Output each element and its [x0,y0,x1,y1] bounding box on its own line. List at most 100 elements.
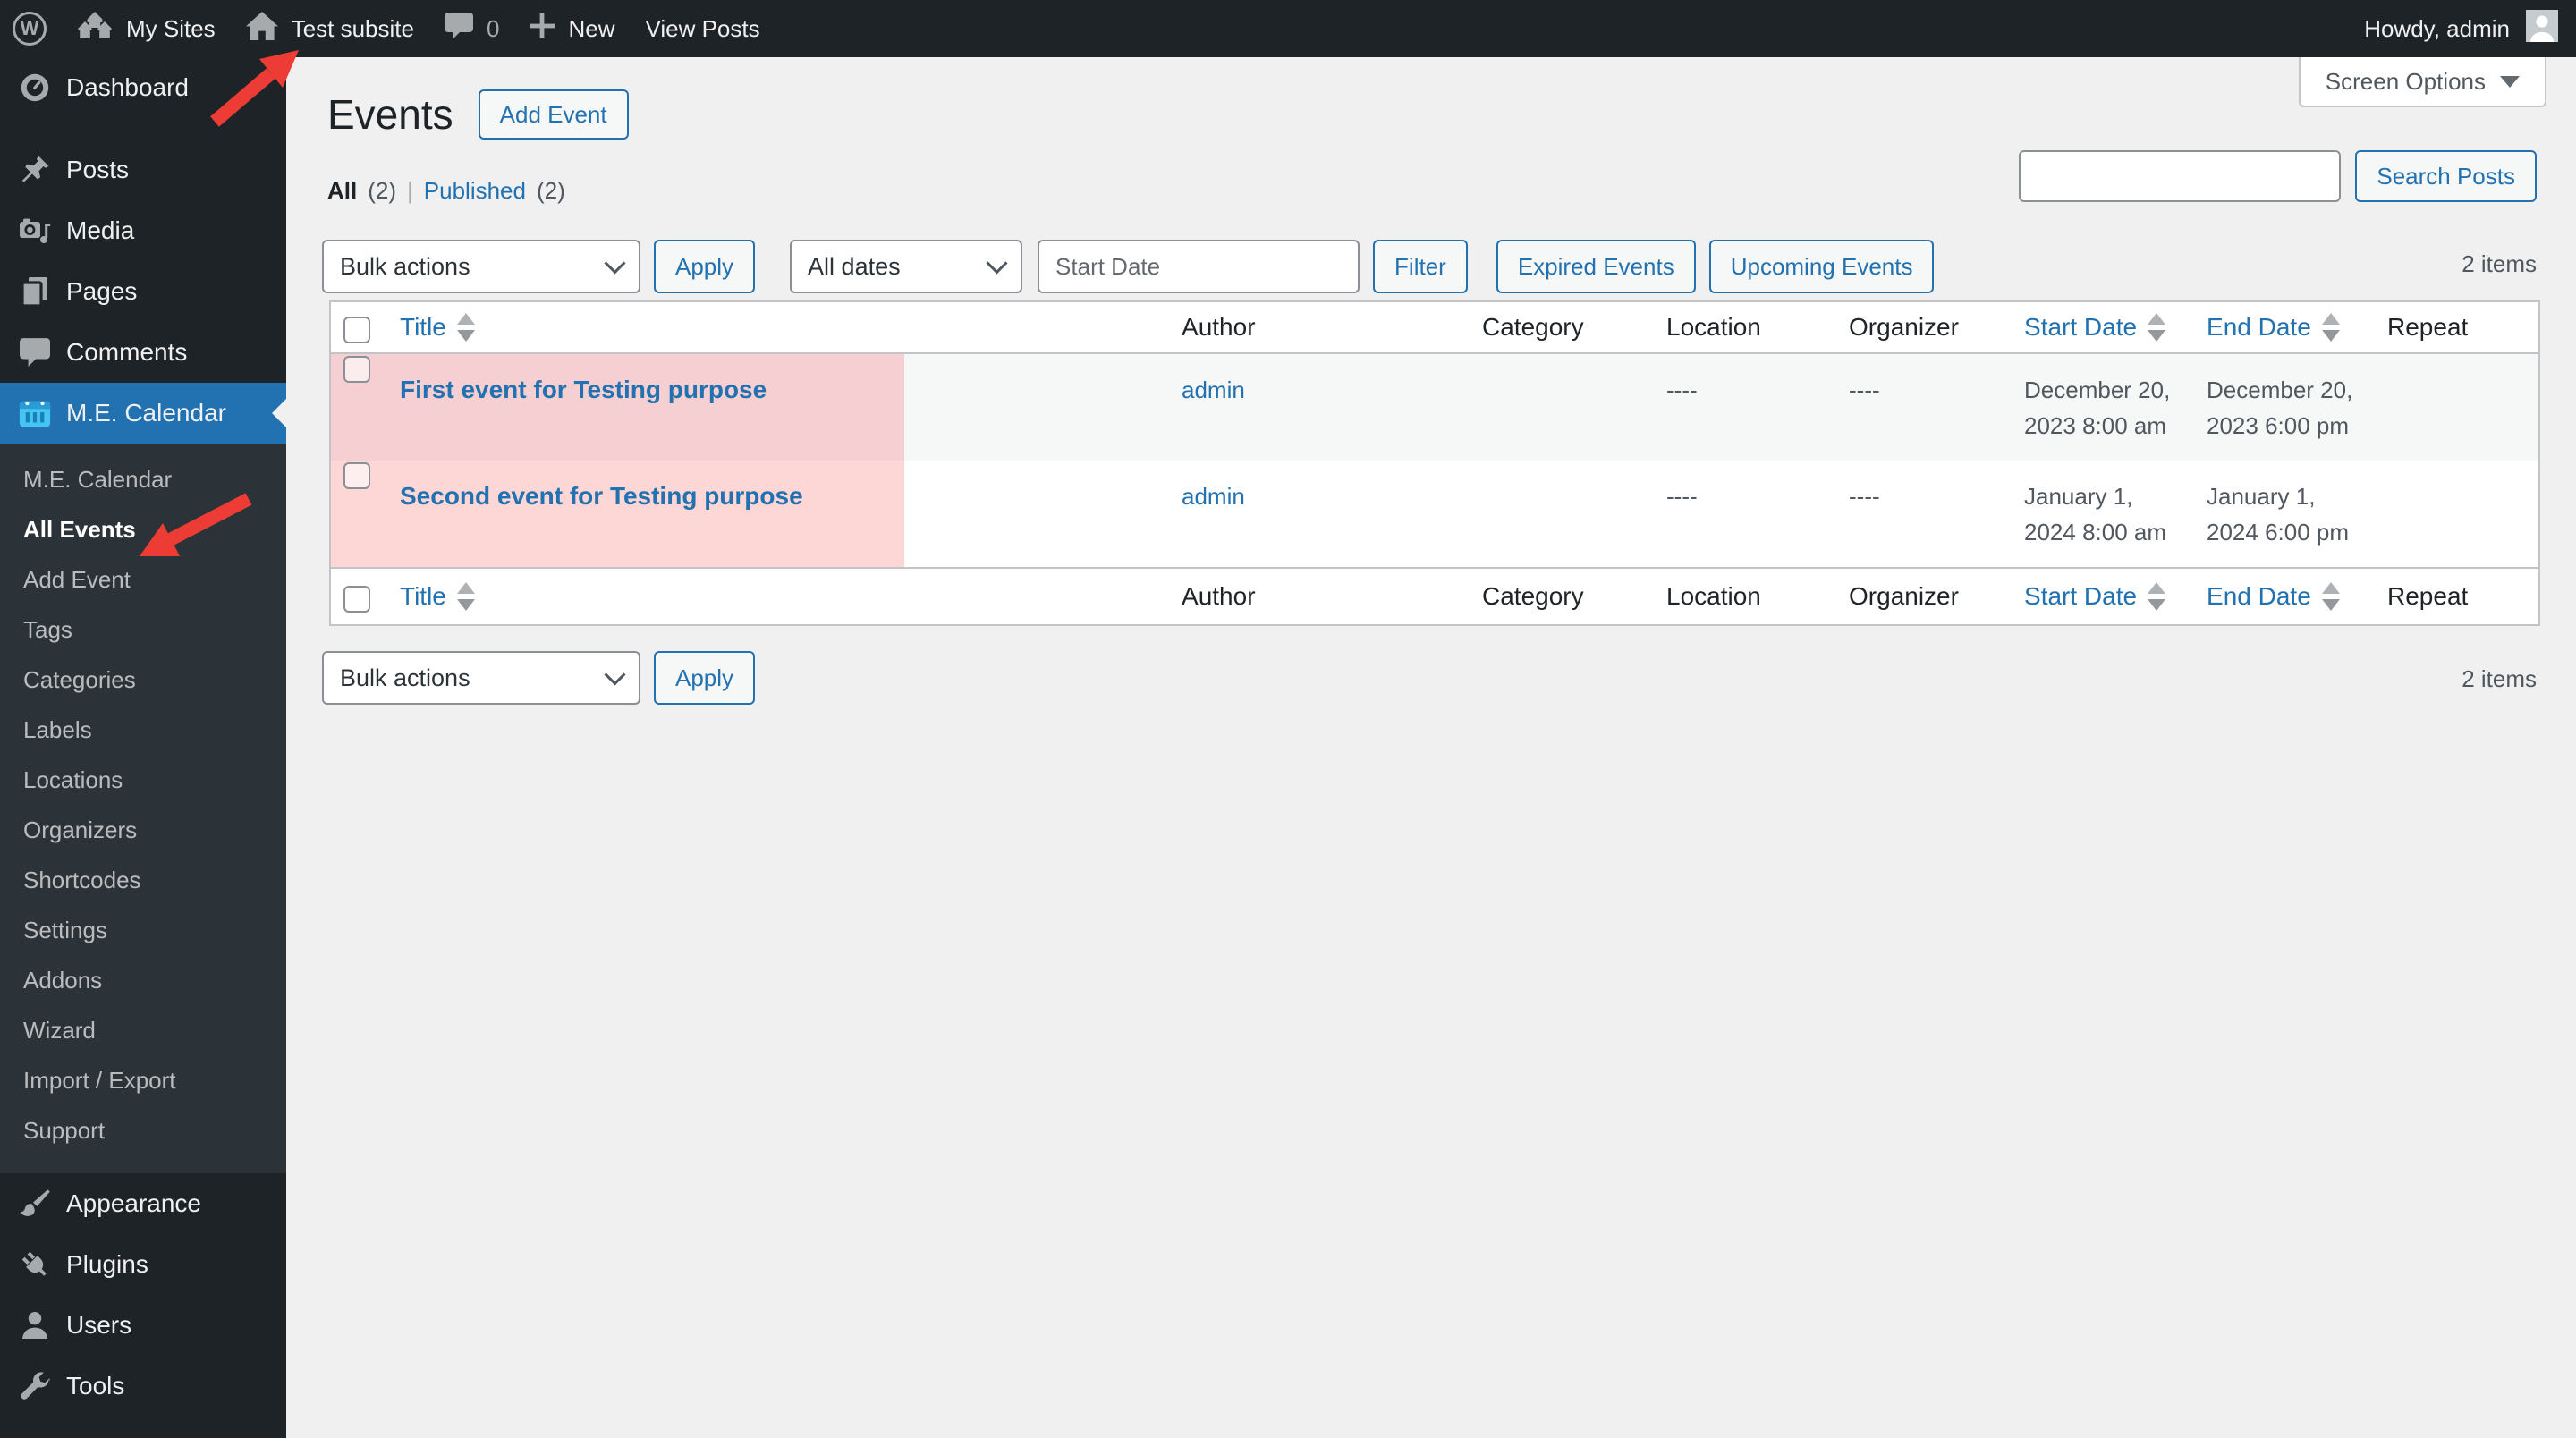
organizer-cell: ---- [1831,461,2007,568]
submenu-locations[interactable]: Locations [0,755,286,805]
submenu-me-calendar[interactable]: M.E. Calendar [0,454,286,504]
author-link[interactable]: admin [1182,483,1245,510]
sidebar-item-media[interactable]: Media [0,200,286,261]
submenu-categories[interactable]: Categories [0,655,286,705]
category-cell [1464,353,1649,461]
screen-options-toggle[interactable]: Screen Options [2298,57,2546,107]
sidebar-item-plugins[interactable]: Plugins [0,1234,286,1295]
submenu-organizers[interactable]: Organizers [0,805,286,855]
bulk-actions-select-bottom[interactable]: Bulk actions [322,651,640,705]
repeat-cell [2369,353,2540,461]
sidebar-item-appearance[interactable]: Appearance [0,1173,286,1234]
start-date-input[interactable] [1038,240,1360,293]
author-link[interactable]: admin [1182,376,1245,403]
items-count: 2 items [2462,665,2537,692]
table-row: First event for Testing purpose admin --… [330,353,2540,461]
table-footer-row: Title Author Category Location Organizer… [330,567,2540,625]
submenu-tags[interactable]: Tags [0,605,286,655]
plus-icon [530,13,555,45]
bulk-actions-select[interactable]: Bulk actions [322,240,640,293]
location-cell: ---- [1648,461,1832,568]
comments-count: 0 [486,14,500,42]
new-menu[interactable]: New [530,13,614,45]
table-row: Second event for Testing purpose admin -… [330,461,2540,568]
submenu-wizard[interactable]: Wizard [0,1005,286,1055]
sidebar-item-label: Pages [66,277,138,305]
bulk-actions-value: Bulk actions [340,664,470,691]
select-all-checkbox[interactable] [343,585,370,613]
view-all-link[interactable]: All [327,177,357,205]
sidebar-item-dashboard[interactable]: Dashboard [0,57,286,118]
sidebar-item-label: Comments [66,338,188,366]
row-checkbox[interactable] [343,356,370,383]
sidebar-item-tools[interactable]: Tools [0,1356,286,1417]
comments-menu[interactable]: 0 [444,12,500,46]
view-filter-links: All (2) | Published (2) [327,177,565,205]
search-posts-button[interactable]: Search Posts [2355,150,2537,202]
start-date-cell: December 20, 2023 8:00 am [2006,353,2190,461]
my-sites-menu[interactable]: My Sites [77,11,216,47]
sort-icon [2148,313,2166,342]
search-input[interactable] [2019,150,2342,202]
sidebar-item-me-calendar[interactable]: M.E. Calendar [0,383,286,444]
submenu-settings[interactable]: Settings [0,905,286,955]
view-posts-link[interactable]: View Posts [645,15,759,43]
site-menu[interactable]: Test subsite [245,11,414,47]
sidebar-item-users[interactable]: Users [0,1295,286,1356]
column-header-category: Category [1464,301,1649,354]
column-header-title[interactable]: Title [400,313,475,342]
submenu-support[interactable]: Support [0,1105,286,1155]
filter-button[interactable]: Filter [1373,240,1468,293]
all-dates-value: All dates [808,252,901,280]
add-event-button[interactable]: Add Event [478,89,629,140]
column-header-end-date[interactable]: End Date [2207,313,2340,342]
sidebar-item-pages[interactable]: Pages [0,261,286,322]
upcoming-events-button[interactable]: Upcoming Events [1708,240,1935,293]
items-count: 2 items [2462,250,2537,277]
expired-events-button[interactable]: Expired Events [1496,240,1696,293]
sidebar-item-label: Tools [66,1372,125,1400]
sidebar-item-comments[interactable]: Comments [0,322,286,383]
sidebar-item-label: Users [66,1311,132,1339]
submenu-import-export[interactable]: Import / Export [0,1055,286,1105]
view-posts-label: View Posts [645,14,760,42]
column-header-start-date[interactable]: Start Date [2024,313,2166,342]
column-footer-repeat: Repeat [2369,567,2540,625]
wordpress-menu[interactable]: W [13,12,47,46]
apply-button-bottom[interactable]: Apply [654,651,756,705]
sidebar-item-label: Dashboard [66,73,189,101]
submenu-add-event[interactable]: Add Event [0,554,286,605]
submenu-labels[interactable]: Labels [0,705,286,755]
organizer-cell: ---- [1831,353,2007,461]
my-sites-label: My Sites [126,14,216,42]
submenu-shortcodes[interactable]: Shortcodes [0,855,286,905]
column-footer-title[interactable]: Title [400,582,475,611]
screen-options-label: Screen Options [2325,67,2486,95]
dashboard-icon [18,72,52,104]
howdy-label[interactable]: Howdy, admin [2364,15,2510,43]
pages-icon [18,275,52,308]
location-cell: ---- [1648,353,1832,461]
sidebar-item-posts[interactable]: Posts [0,140,286,200]
new-label: New [568,14,615,42]
submenu-addons[interactable]: Addons [0,955,286,1005]
event-title-link[interactable]: First event for Testing purpose [400,376,767,403]
apply-button[interactable]: Apply [654,240,756,293]
submenu-all-events[interactable]: All Events [0,504,286,554]
sidebar-item-label: Media [66,216,135,244]
sort-icon [2321,582,2340,611]
event-title-link[interactable]: Second event for Testing purpose [400,482,803,510]
column-footer-end-date[interactable]: End Date [2207,582,2340,611]
category-cell [1464,461,1649,568]
all-dates-select[interactable]: All dates [790,240,1023,293]
view-published-link[interactable]: Published [424,177,526,205]
chevron-down-icon [986,251,1008,275]
my-sites-icon [77,11,113,47]
sort-icon [2321,313,2340,342]
avatar[interactable] [2526,9,2558,48]
select-all-checkbox[interactable] [343,316,370,343]
camera-icon [18,216,52,246]
row-checkbox[interactable] [343,462,370,489]
admin-sidebar: Dashboard Posts Media Pages Comments M.E… [0,57,286,1438]
column-footer-start-date[interactable]: Start Date [2024,582,2166,611]
